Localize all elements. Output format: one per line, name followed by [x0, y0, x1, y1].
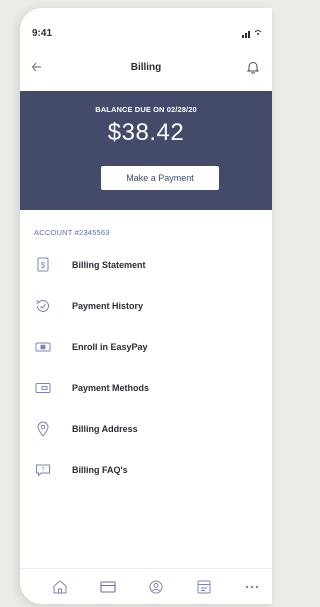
history-clock-icon: [34, 297, 52, 315]
menu-item-billing-address[interactable]: Billing Address: [20, 412, 272, 453]
credit-card-icon: [34, 379, 52, 397]
balance-amount: $38.42: [107, 119, 185, 146]
location-pin-icon: [34, 420, 52, 438]
make-payment-button[interactable]: Make a Payment: [101, 166, 219, 190]
menu-label: Payment Methods: [72, 383, 150, 393]
top-navigation: Billing: [20, 58, 272, 82]
dollar-document-icon: $: [34, 256, 52, 274]
menu-item-payment-history[interactable]: Payment History: [20, 289, 272, 330]
menu-item-billing-faqs[interactable]: ? Billing FAQ's: [20, 453, 272, 494]
status-bar: 9:41: [20, 8, 272, 44]
question-chat-icon: ?: [34, 461, 52, 479]
status-time: 9:41: [32, 28, 53, 39]
signal-icon: [242, 27, 251, 38]
menu-label: Billing FAQ's: [72, 465, 128, 475]
wifi-icon: [254, 28, 262, 38]
bell-icon[interactable]: [246, 60, 260, 74]
cash-bill-icon: [34, 338, 52, 356]
menu-label: Enroll in EasyPay: [72, 342, 148, 352]
bottom-tab-bar: [20, 568, 272, 604]
balance-banner: BALANCE DUE ON 02/28/20 $38.42 Make a Pa…: [20, 91, 272, 210]
menu-item-billing-statement[interactable]: $ Billing Statement: [20, 248, 272, 289]
phone-screen: 9:41 Billing BALANCE DUE ON 02/28/20 $38…: [20, 8, 272, 604]
page-title: Billing: [130, 62, 162, 73]
billing-card-icon[interactable]: [98, 577, 118, 597]
billing-menu: $ Billing Statement Payment History Enro…: [20, 248, 272, 494]
more-icon[interactable]: [242, 577, 262, 597]
menu-label: Payment History: [72, 301, 144, 311]
menu-item-payment-methods[interactable]: Payment Methods: [20, 371, 272, 412]
menu-label: Billing Address: [72, 424, 138, 434]
account-circle-icon[interactable]: [146, 577, 166, 597]
balance-due-label: BALANCE DUE ON 02/28/20: [95, 105, 197, 114]
svg-text:$: $: [41, 261, 46, 270]
menu-item-enroll-easypay[interactable]: Enroll in EasyPay: [20, 330, 272, 371]
account-number-label: ACCOUNT #2345563: [34, 228, 110, 237]
status-icons: [242, 27, 262, 38]
home-icon[interactable]: [50, 577, 70, 597]
menu-label: Billing Statement: [72, 260, 146, 270]
calendar-icon[interactable]: [194, 577, 214, 597]
